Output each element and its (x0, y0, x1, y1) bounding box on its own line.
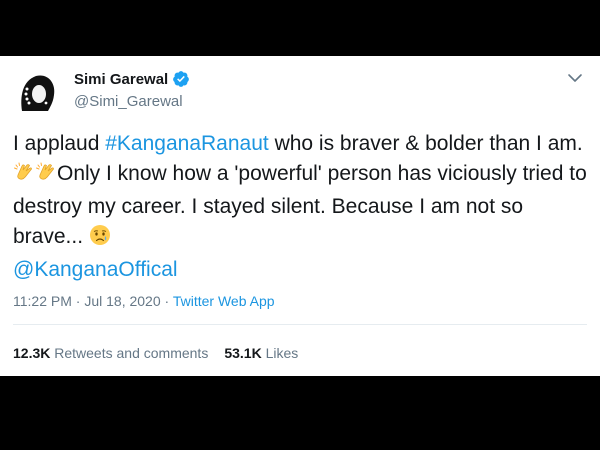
sad-but-relieved-face-emoji (89, 224, 111, 255)
retweets-count: 12.3K (13, 345, 51, 361)
clapping-hands-emoji (13, 161, 35, 192)
tweet-meta: 11:22 PM · Jul 18, 2020 · Twitter Web Ap… (13, 293, 275, 309)
tweet-source-link[interactable]: Twitter Web App (173, 293, 275, 309)
tweet-time[interactable]: 11:22 PM (13, 293, 72, 309)
author-handle[interactable]: @Simi_Garewal (74, 93, 183, 110)
tweet-date[interactable]: Jul 18, 2020 (84, 293, 160, 309)
likes-count: 53.1K (224, 345, 262, 361)
meta-separator: · (71, 293, 85, 309)
mention-link[interactable]: @KanganaOffical (13, 258, 178, 281)
tweet-text: I applaud #KanganaRanaut who is braver &… (13, 129, 593, 285)
verified-badge-icon (172, 70, 190, 88)
tweet-stats: 12.3K Retweets and comments 53.1K Likes (13, 345, 298, 361)
clapping-hands-emoji (35, 161, 57, 192)
likes-stat[interactable]: 53.1K Likes (224, 345, 298, 361)
tweet-text-segment: who is braver & bolder than I am. (268, 132, 583, 155)
retweets-stat[interactable]: 12.3K Retweets and comments (13, 345, 208, 361)
chevron-down-icon[interactable] (566, 69, 584, 87)
avatar[interactable] (12, 67, 62, 117)
likes-label: Likes (261, 345, 299, 361)
author-name-row: Simi Garewal (74, 70, 190, 88)
divider (13, 324, 587, 325)
author-display-name[interactable]: Simi Garewal (74, 71, 168, 88)
meta-separator: · (160, 293, 173, 309)
retweets-label: Retweets and comments (50, 345, 209, 361)
tweet-card: Simi Garewal @Simi_Garewal I applaud #Ka… (0, 56, 600, 376)
tweet-text-segment: I applaud (13, 132, 106, 155)
hashtag-link[interactable]: #KanganaRanaut (105, 132, 268, 155)
